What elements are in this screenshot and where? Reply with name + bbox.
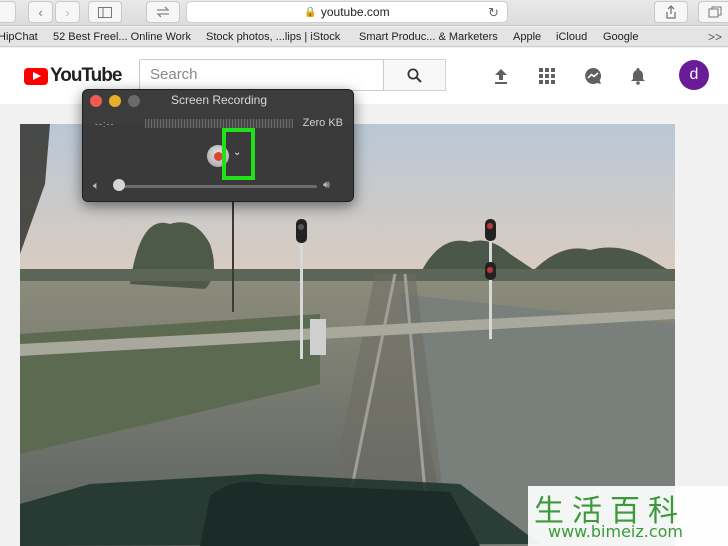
bookmark-google[interactable]: Google (603, 31, 638, 43)
youtube-logo[interactable]: YouTube (24, 65, 122, 87)
bookmark-istock[interactable]: Stock photos, ...lips | iStock (206, 31, 340, 43)
swap-arrows-icon (156, 6, 170, 18)
search-icon (407, 68, 422, 83)
watermark: 生活百科 www.bimeiz.com (528, 486, 728, 546)
panel-title: Screen Recording (170, 93, 268, 107)
screen: ‹ › 🔒 youtube.com ↻ HipChat 52 Best Free… (0, 0, 728, 546)
avatar[interactable]: d (679, 60, 709, 90)
bookmark-apple[interactable]: Apple (513, 31, 541, 43)
bookmark-smart-products[interactable]: Smart Produc... & Marketers (359, 31, 498, 43)
reload-icon[interactable]: ↻ (488, 5, 499, 21)
share-button[interactable] (654, 1, 688, 23)
youtube-play-icon (24, 67, 48, 85)
back-button[interactable]: ‹ (28, 1, 53, 23)
watermark-url: www.bimeiz.com (548, 522, 684, 541)
upload-button[interactable] (491, 66, 511, 86)
volume-slider-knob[interactable] (113, 179, 125, 191)
apps-grid-icon (539, 68, 555, 84)
tabs-button[interactable] (698, 1, 728, 23)
audio-level-meter (145, 119, 293, 128)
bookmark-icloud[interactable]: iCloud (556, 31, 587, 43)
messages-icon (585, 67, 602, 84)
youtube-logo-text: YouTube (50, 65, 122, 86)
bookmark-hipchat[interactable]: HipChat (0, 31, 38, 43)
recording-time: --:-- (95, 119, 115, 129)
address-bar[interactable]: 🔒 youtube.com ↻ (186, 1, 508, 23)
notifications-button[interactable] (628, 66, 648, 86)
volume-high-icon: 🔊︎ (323, 179, 330, 191)
window-edge-button[interactable] (0, 1, 16, 23)
file-size: Zero KB (302, 117, 343, 129)
apps-button[interactable] (537, 66, 557, 86)
chevron-left-icon: ‹ (38, 4, 43, 20)
upload-icon (495, 68, 507, 84)
lock-icon: 🔒 (304, 6, 317, 18)
more-bookmarks-icon[interactable]: >> (708, 30, 722, 44)
address-text: youtube.com (320, 5, 390, 19)
search-button[interactable] (384, 59, 446, 91)
search-input[interactable]: Search (139, 59, 384, 91)
volume-slider[interactable] (117, 185, 317, 188)
chevron-right-icon: › (65, 4, 70, 20)
bookmark-freelance[interactable]: 52 Best Freel... Online Work (53, 31, 191, 43)
options-highlight-box (222, 128, 255, 180)
sidebar-button[interactable] (88, 1, 122, 23)
volume-low-icon: 🔈︎ (93, 180, 100, 192)
messages-button[interactable] (583, 66, 603, 86)
bell-icon (631, 68, 645, 85)
shared-links-button[interactable] (146, 1, 180, 23)
tabs-icon (708, 6, 722, 18)
bookmarks-bar: HipChat 52 Best Freel... Online Work Sto… (0, 27, 728, 47)
sidebar-icon (98, 6, 112, 18)
screen-recording-panel: Screen Recording --:-- Zero KB ⌄ 🔈︎ 🔊︎ (82, 89, 354, 202)
share-icon (666, 5, 676, 19)
forward-button[interactable]: › (55, 1, 80, 23)
browser-toolbar: ‹ › 🔒 youtube.com ↻ (0, 0, 728, 26)
